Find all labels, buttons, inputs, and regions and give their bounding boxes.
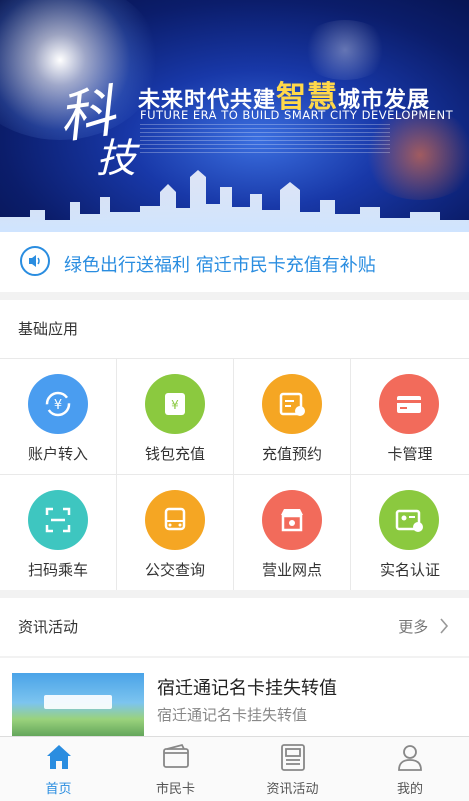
app-recharge-reservation[interactable]: 充值预约	[234, 359, 350, 474]
promo-banner[interactable]: 科 技 未来时代共建智慧城市发展 FUTURE ERA TO BUILD SMA…	[0, 0, 469, 232]
news-header: 资讯活动 更多	[0, 598, 469, 656]
news-icon	[277, 741, 309, 773]
svg-text:¥: ¥	[54, 398, 62, 413]
app-wallet-recharge[interactable]: ¥ 钱包充值	[117, 359, 233, 474]
city-skyline-illustration	[0, 170, 469, 232]
app-label: 充值预约	[261, 445, 322, 463]
news-item[interactable]: 宿迁通记名卡挂失转值 宿迁通记名卡挂失转值	[0, 658, 469, 736]
bus-icon	[145, 490, 205, 550]
bottom-tab-bar: 首页 市民卡 资讯活动 我的	[0, 736, 469, 801]
news-heading: 资讯活动	[18, 618, 79, 636]
app-account-transfer[interactable]: ¥ 账户转入	[0, 359, 116, 474]
news-thumbnail	[12, 673, 144, 736]
banner-light	[300, 20, 390, 80]
tab-label: 资讯活动	[266, 782, 319, 797]
tab-label: 我的	[396, 782, 423, 797]
tab-news[interactable]: 资讯活动	[234, 737, 351, 801]
svg-text:¥: ¥	[171, 398, 179, 412]
user-icon	[394, 741, 426, 773]
basic-apps-grid: ¥ 账户转入 ¥ 钱包充值 充值预约 卡管理 扫码乘车 公交查询 营业网点 实名…	[0, 358, 469, 590]
wallet-recharge-icon: ¥	[145, 374, 205, 434]
app-label: 实名认证	[379, 561, 440, 579]
tab-citizen-card[interactable]: 市民卡	[117, 737, 234, 801]
more-link[interactable]: 更多	[398, 616, 449, 637]
basic-apps-heading: 基础应用	[18, 320, 79, 338]
card-icon	[379, 374, 439, 434]
tab-label: 首页	[45, 782, 72, 797]
speaker-icon	[20, 246, 50, 276]
tab-label: 市民卡	[155, 782, 195, 797]
id-verify-icon	[379, 490, 439, 550]
app-label: 账户转入	[27, 445, 88, 463]
app-bus-query[interactable]: 公交查询	[117, 475, 233, 590]
transfer-icon: ¥	[28, 374, 88, 434]
home-icon	[43, 741, 75, 773]
card-wallet-icon	[160, 741, 192, 773]
tab-home[interactable]: 首页	[0, 737, 117, 801]
notice-bar[interactable]: 绿色出行送福利 宿迁市民卡充值有补贴	[0, 232, 469, 292]
app-label: 营业网点	[261, 561, 322, 579]
chevron-right-icon	[440, 618, 449, 634]
app-real-name-verification[interactable]: 实名认证	[351, 475, 469, 590]
tab-mine[interactable]: 我的	[351, 737, 469, 801]
app-label: 卡管理	[387, 445, 433, 463]
app-label: 钱包充值	[144, 445, 205, 463]
news-summary: 宿迁通记名卡挂失转值	[157, 706, 308, 724]
store-icon	[262, 490, 322, 550]
notice-text[interactable]: 绿色出行送福利 宿迁市民卡充值有补贴	[64, 251, 376, 277]
scan-icon	[28, 490, 88, 550]
app-label: 扫码乘车	[27, 561, 88, 579]
banner-fine-print	[140, 124, 390, 154]
app-card-management[interactable]: 卡管理	[351, 359, 469, 474]
banner-subtitle: FUTURE ERA TO BUILD SMART CITY DEVELOPME…	[140, 108, 454, 122]
calendar-clock-icon	[262, 374, 322, 434]
app-scan-ride[interactable]: 扫码乘车	[0, 475, 116, 590]
news-title: 宿迁通记名卡挂失转值	[157, 678, 337, 699]
app-service-outlets[interactable]: 营业网点	[234, 475, 350, 590]
more-label: 更多	[398, 618, 429, 636]
thumbnail-logo	[44, 695, 112, 709]
app-label: 公交查询	[144, 561, 205, 579]
basic-apps-header: 基础应用	[0, 300, 469, 358]
